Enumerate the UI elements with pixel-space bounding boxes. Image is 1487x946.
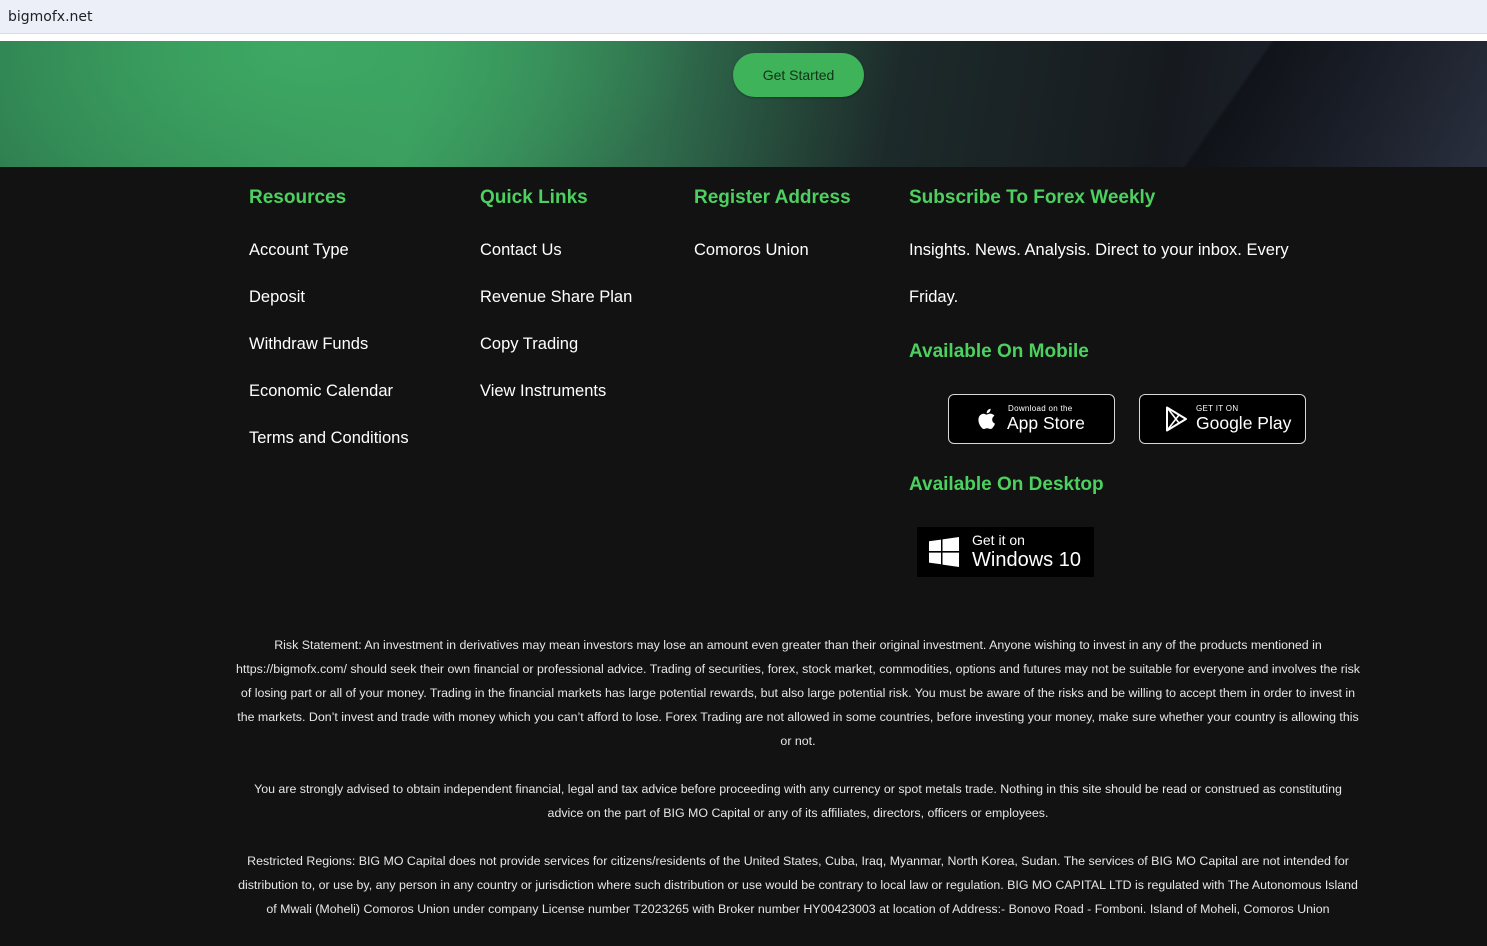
- link-withdraw-funds[interactable]: Withdraw Funds: [249, 335, 368, 354]
- hero-decoration: [1067, 41, 1487, 167]
- google-play-small-label: GET IT ON: [1196, 404, 1239, 413]
- google-play-icon: [1166, 406, 1187, 432]
- risk-statement: Risk Statement: An investment in derivat…: [236, 638, 1360, 748]
- google-play-badge[interactable]: GET IT ON Google Play: [1139, 394, 1306, 444]
- register-address-text: Comoros Union: [694, 241, 809, 259]
- desktop-title: Available On Desktop: [909, 474, 1104, 495]
- app-store-badge[interactable]: Download on the App Store: [948, 394, 1115, 444]
- link-account-type[interactable]: Account Type: [249, 241, 349, 260]
- link-contact-us[interactable]: Contact Us: [480, 241, 562, 260]
- address-bar[interactable]: bigmofx.net: [0, 0, 1487, 34]
- app-store-small-label: Download on the: [1008, 404, 1073, 413]
- link-view-instruments[interactable]: View Instruments: [480, 382, 606, 401]
- app-store-label: App Store: [1007, 413, 1085, 433]
- windows-small-label: Get it on: [972, 532, 1025, 548]
- get-started-button[interactable]: Get Started: [733, 53, 864, 97]
- advice-statement: You are strongly advised to obtain indep…: [254, 782, 1342, 820]
- windows-store-badge[interactable]: Get it on Windows 10: [917, 527, 1094, 577]
- link-deposit[interactable]: Deposit: [249, 288, 305, 307]
- register-address-title: Register Address: [694, 187, 851, 208]
- restricted-regions-statement: Restricted Regions: BIG MO Capital does …: [238, 854, 1358, 916]
- link-copy-trading[interactable]: Copy Trading: [480, 335, 578, 354]
- google-play-label: Google Play: [1196, 413, 1292, 433]
- windows-label: Windows 10: [972, 549, 1081, 571]
- mobile-title: Available On Mobile: [909, 341, 1089, 362]
- subscribe-text-line2: Friday.: [909, 288, 959, 306]
- link-revenue-share-plan[interactable]: Revenue Share Plan: [480, 288, 632, 307]
- subscribe-title: Subscribe To Forex Weekly: [909, 187, 1156, 208]
- toolbar-divider: [0, 34, 1487, 41]
- link-economic-calendar[interactable]: Economic Calendar: [249, 382, 393, 401]
- windows-icon: [929, 537, 959, 567]
- hero-banner: Get Started: [0, 41, 1487, 167]
- resources-title: Resources: [249, 187, 347, 208]
- subscribe-text-line1: Insights. News. Analysis. Direct to your…: [909, 241, 1289, 259]
- quick-links-title: Quick Links: [480, 187, 588, 208]
- apple-icon: [978, 408, 995, 429]
- link-terms-and-conditions[interactable]: Terms and Conditions: [249, 429, 409, 448]
- site-footer: Resources Account Type Deposit Withdraw …: [0, 167, 1487, 946]
- url-text[interactable]: bigmofx.net: [8, 9, 93, 25]
